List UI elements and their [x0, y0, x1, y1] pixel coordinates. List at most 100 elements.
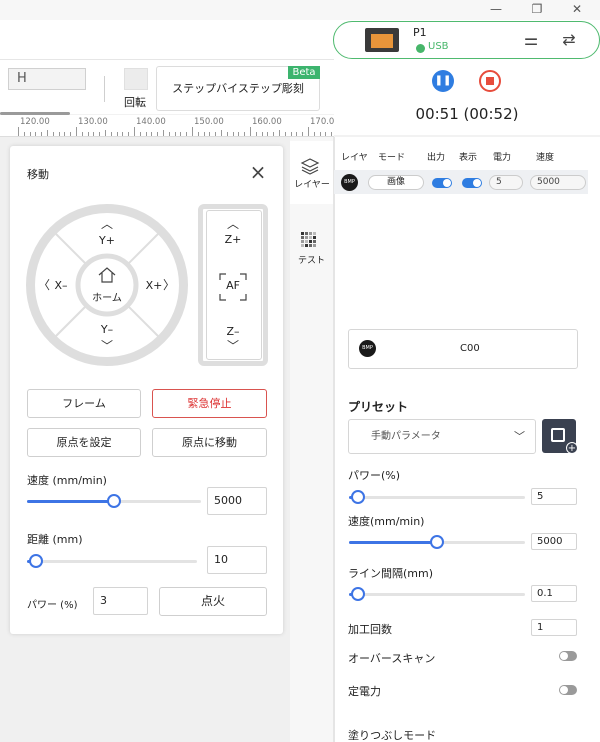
column-header-output: 出力: [427, 153, 446, 163]
test-grid-cell: [309, 232, 312, 235]
layer-mode-select[interactable]: 画像: [368, 175, 424, 190]
ruler-label: 170.0: [310, 117, 334, 127]
speed-slider-handle[interactable]: [430, 535, 444, 549]
line-interval-slider-handle[interactable]: [350, 587, 365, 601]
ruler-tick: [273, 132, 275, 136]
ruler-tick: [58, 132, 60, 136]
ruler-tick: [18, 127, 19, 136]
layer-power-field[interactable]: 5: [489, 175, 523, 190]
constant-power-toggle[interactable]: [559, 685, 577, 695]
layer-output-toggle[interactable]: [432, 178, 452, 188]
ruler-tick: [81, 132, 83, 136]
ruler-tick: [284, 132, 286, 136]
ruler-tick: [232, 132, 234, 136]
horizontal-ruler: 120.00 130.00 140.00 150.00 160.00 170.0: [0, 115, 334, 137]
connection-type: USB: [428, 41, 449, 52]
go-to-origin-button[interactable]: 原点に移動: [152, 428, 267, 457]
ruler-label: 150.00: [194, 117, 224, 127]
switch-device-icon[interactable]: ⇄: [558, 30, 580, 50]
layer-speed-field[interactable]: 5000: [530, 175, 586, 190]
preset-select[interactable]: 手動パラメータ: [348, 419, 536, 454]
chevron-down-icon: ﹀: [100, 339, 113, 353]
move-panel-title: 移動: [27, 168, 49, 181]
ruler-tick: [168, 132, 170, 136]
rotate-icon[interactable]: [124, 68, 148, 90]
move-speed-slider-handle[interactable]: [107, 494, 121, 508]
move-distance-slider[interactable]: [27, 560, 197, 563]
ruler-tick: [261, 132, 263, 136]
chevron-down-icon: ﹀: [226, 339, 239, 353]
fill-mode-label: 塗りつぶしモード: [348, 729, 437, 742]
height-field[interactable]: H: [8, 68, 86, 90]
chevron-up-icon: ︿: [226, 217, 239, 231]
jog-y-plus-button[interactable]: Y+: [92, 234, 122, 247]
toolbar-divider: [104, 76, 105, 102]
jog-y-minus-button[interactable]: Y–: [92, 323, 122, 336]
close-icon[interactable]: ×: [248, 162, 268, 182]
z-minus-button[interactable]: Z–: [218, 325, 248, 338]
set-origin-button[interactable]: 原点を設定: [27, 428, 141, 457]
stop-icon: [486, 77, 494, 85]
line-interval-slider[interactable]: [349, 593, 525, 596]
chevron-down-icon: ﹀: [514, 430, 525, 443]
move-distance-input[interactable]: 10: [207, 546, 267, 574]
test-grid-cell: [305, 240, 308, 243]
ruler-tick: [35, 132, 37, 136]
ruler-tick: [163, 130, 164, 136]
power-slider[interactable]: [349, 496, 525, 499]
restore-icon[interactable]: ❐: [526, 0, 548, 18]
move-speed-input[interactable]: 5000: [207, 487, 267, 515]
job-timer: 00:51 (00:52): [415, 105, 519, 123]
close-icon[interactable]: ✕: [566, 0, 588, 18]
move-distance-slider-handle[interactable]: [28, 554, 43, 568]
layers-icon[interactable]: [300, 157, 320, 175]
side-tab-bar: [290, 137, 334, 742]
overscan-toggle[interactable]: [559, 651, 577, 661]
column-header-power: 電力: [493, 153, 512, 163]
autofocus-button[interactable]: AF: [219, 279, 247, 292]
power-slider-handle[interactable]: [350, 490, 365, 504]
test-grid-cell: [309, 244, 312, 247]
tab-layer[interactable]: レイヤー: [292, 179, 332, 191]
frame-button[interactable]: フレーム: [27, 389, 141, 418]
ruler-tick: [192, 127, 193, 136]
pause-button[interactable]: ❚❚: [432, 70, 454, 92]
move-power-input[interactable]: 3: [93, 587, 148, 615]
beta-badge: Beta: [288, 66, 320, 79]
speed-input[interactable]: 5000: [531, 533, 577, 550]
passes-input[interactable]: 1: [531, 619, 577, 636]
ruler-tick: [186, 132, 188, 136]
ruler-label: 120.00: [20, 117, 50, 127]
ruler-tick: [139, 132, 141, 136]
ruler-tick: [203, 132, 205, 136]
ruler-tick: [244, 132, 246, 136]
ruler-tick: [99, 132, 101, 136]
ruler-tick: [255, 132, 257, 136]
ruler-tick: [325, 132, 327, 136]
power-input[interactable]: 5: [531, 488, 577, 505]
ignite-button[interactable]: 点火: [159, 587, 267, 616]
layer-visible-toggle[interactable]: [462, 178, 482, 188]
ruler-tick: [180, 132, 182, 136]
test-grid-cell: [309, 236, 312, 239]
connection-status-icon: [416, 44, 425, 53]
z-plus-button[interactable]: Z+: [218, 233, 248, 246]
device-name: P1: [413, 26, 427, 39]
ruler-tick: [296, 132, 298, 136]
column-header-visible: 表示: [459, 153, 478, 163]
minimize-icon[interactable]: —: [485, 0, 507, 18]
line-interval-input[interactable]: 0.1: [531, 585, 577, 602]
test-grid-cell: [305, 236, 308, 239]
tab-test[interactable]: テスト: [290, 253, 333, 266]
ruler-tick: [302, 132, 304, 136]
emergency-stop-button[interactable]: 緊急停止: [152, 389, 267, 418]
sliders-icon[interactable]: ⚌: [520, 30, 542, 50]
ruler-tick: [267, 132, 269, 136]
test-grid-icon[interactable]: [301, 232, 317, 248]
jog-x-minus-button[interactable]: X–: [50, 279, 72, 292]
ruler-label: 160.00: [252, 117, 282, 127]
passes-label: 加工回数: [348, 623, 392, 636]
jog-home-button[interactable]: ホーム: [87, 289, 127, 304]
test-grid-cell: [305, 232, 308, 235]
ruler-tick: [110, 132, 112, 136]
